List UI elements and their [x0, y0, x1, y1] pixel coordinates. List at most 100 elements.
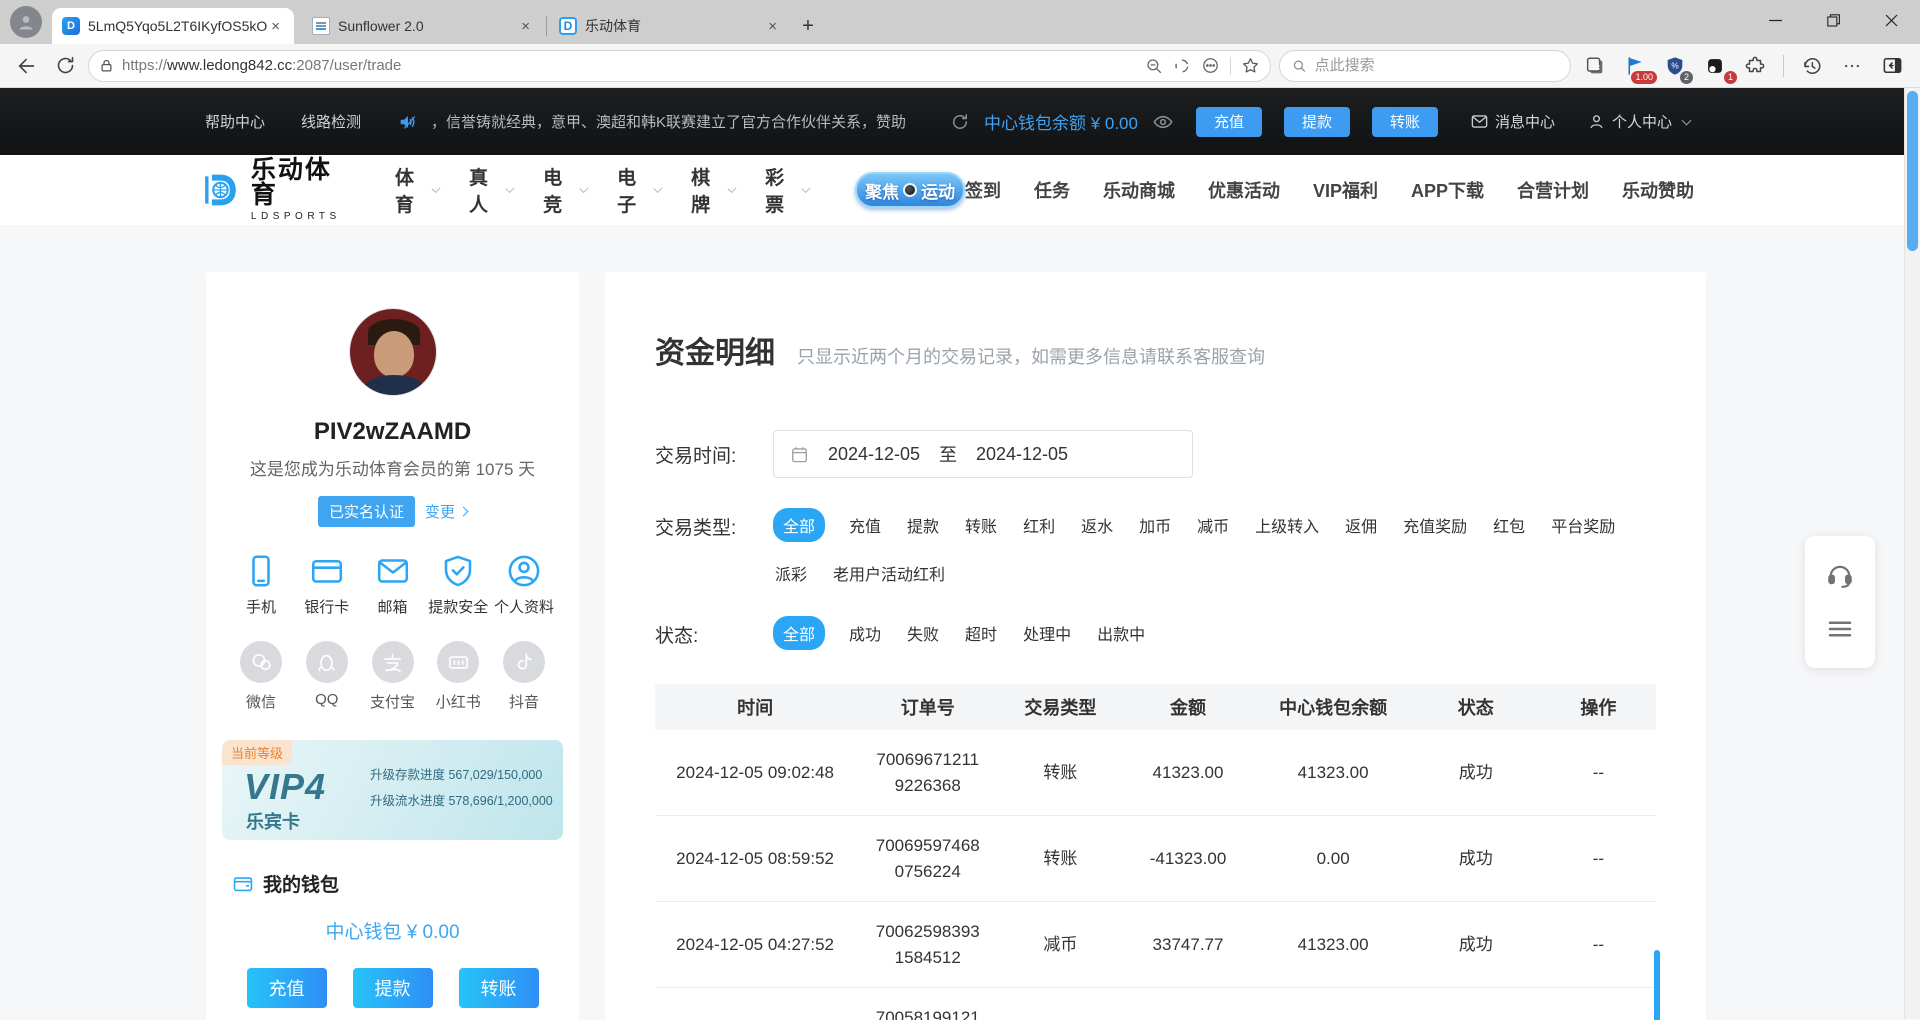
close-window-button[interactable]	[1862, 0, 1920, 40]
focus-sports-badge[interactable]: 聚焦运动	[855, 172, 965, 208]
sidebar-toggle-icon[interactable]	[1876, 50, 1908, 82]
security-item-手机[interactable]: 手机	[232, 553, 290, 617]
address-bar[interactable]: https://www.ledong842.cc:2087/user/trade	[88, 50, 1271, 82]
withdraw-button[interactable]: 提款	[353, 968, 433, 1008]
nav-menu-电子[interactable]: 电子	[617, 163, 661, 217]
type-pill-上级转入[interactable]: 上级转入	[1253, 508, 1321, 542]
security-item-提款安全[interactable]: 提款安全	[429, 553, 487, 617]
nav-link-VIP福利[interactable]: VIP福利	[1313, 177, 1378, 203]
page-scrollbar[interactable]	[1904, 88, 1920, 1019]
topbar-transfer-button[interactable]: 转账	[1372, 107, 1438, 137]
type-pill-返水[interactable]: 返水	[1079, 508, 1115, 542]
zoom-out-icon[interactable]	[1145, 57, 1163, 75]
date-range-picker[interactable]: 2024-12-05 至 2024-12-05	[773, 430, 1193, 478]
history-icon[interactable]	[1796, 50, 1828, 82]
site-logo[interactable]: 乐动体育LDSPORTS	[200, 158, 347, 222]
minimize-button[interactable]	[1746, 0, 1804, 40]
eye-icon[interactable]	[1152, 111, 1174, 133]
line-check-link[interactable]: 线路检测	[301, 111, 361, 132]
page-scrollbar-thumb[interactable]	[1907, 91, 1918, 251]
refresh-button[interactable]	[50, 51, 80, 81]
close-icon[interactable]: ×	[267, 18, 284, 35]
social-item-小红书[interactable]: 小红书	[429, 641, 487, 712]
nav-link-乐动商城[interactable]: 乐动商城	[1103, 177, 1175, 203]
date-from[interactable]: 2024-12-05	[809, 444, 939, 465]
status-pill-处理中[interactable]: 处理中	[1021, 616, 1073, 650]
verified-badge[interactable]: 已实名认证	[318, 496, 415, 527]
social-item-QQ[interactable]: QQ	[298, 641, 356, 712]
date-to[interactable]: 2024-12-05	[957, 444, 1087, 465]
nav-menu-棋牌[interactable]: 棋牌	[691, 163, 735, 217]
browser-profile-button[interactable]	[10, 6, 42, 38]
topbar-withdraw-button[interactable]: 提款	[1284, 107, 1350, 137]
close-icon[interactable]: ×	[517, 18, 534, 35]
extensions-puzzle-icon[interactable]	[1739, 50, 1771, 82]
customer-service-icon[interactable]	[1825, 560, 1855, 590]
security-item-个人资料[interactable]: 个人资料	[495, 553, 553, 617]
security-item-银行卡[interactable]: 银行卡	[298, 553, 356, 617]
shield-extension-icon[interactable]: %2	[1659, 50, 1691, 82]
nav-menu-彩票[interactable]: 彩票	[765, 163, 809, 217]
type-pill-老用户活动红利[interactable]: 老用户活动红利	[831, 556, 947, 590]
type-pill-充值[interactable]: 充值	[847, 508, 883, 542]
change-link[interactable]: 变更	[425, 501, 467, 522]
nav-menu-真人[interactable]: 真人	[469, 163, 513, 217]
message-center-link[interactable]: 消息中心	[1470, 111, 1555, 132]
nav-link-任务[interactable]: 任务	[1034, 177, 1070, 203]
restore-button[interactable]	[1804, 0, 1862, 40]
nav-menu-label: 电竞	[543, 163, 574, 217]
security-item-邮箱[interactable]: 邮箱	[364, 553, 422, 617]
refresh-balance-icon[interactable]	[950, 112, 970, 132]
status-pill-出款中[interactable]: 出款中	[1095, 616, 1147, 650]
status-pill-失败[interactable]: 失败	[905, 616, 941, 650]
type-pill-充值奖励[interactable]: 充值奖励	[1401, 508, 1469, 542]
nav-link-APP下载[interactable]: APP下载	[1411, 177, 1484, 203]
type-pill-提款[interactable]: 提款	[905, 508, 941, 542]
social-item-支付宝[interactable]: 支付宝	[364, 641, 422, 712]
back-button[interactable]	[12, 51, 42, 81]
type-pill-加币[interactable]: 加币	[1137, 508, 1173, 542]
collections-extension-icon[interactable]: 1	[1699, 50, 1731, 82]
profile-center-link[interactable]: 个人中心	[1587, 111, 1690, 132]
tab-1[interactable]: D 5LmQ5Yqo5L2T6IKyfOS5kOWKqC ×	[52, 8, 294, 44]
transfer-button[interactable]: 转账	[459, 968, 539, 1008]
table-scrollbar-thumb[interactable]	[1654, 950, 1660, 1020]
nav-link-签到[interactable]: 签到	[965, 177, 1001, 203]
more-options-icon[interactable]	[1836, 50, 1868, 82]
status-pill-全部[interactable]: 全部	[773, 616, 825, 650]
nav-menu-电竞[interactable]: 电竞	[543, 163, 587, 217]
flag-extension-icon[interactable]: 1.00	[1619, 50, 1651, 82]
help-center-link[interactable]: 帮助中心	[205, 111, 265, 132]
nav-link-乐动赞助[interactable]: 乐动赞助	[1622, 177, 1694, 203]
nav-menu-体育[interactable]: 体育	[395, 163, 439, 217]
status-pill-成功[interactable]: 成功	[847, 616, 883, 650]
type-pill-红包[interactable]: 红包	[1491, 508, 1527, 542]
tab-3[interactable]: D 乐动体育 ×	[549, 8, 791, 44]
new-tab-button[interactable]: +	[791, 8, 825, 44]
type-pill-返佣[interactable]: 返佣	[1343, 508, 1379, 542]
type-pill-平台奖励[interactable]: 平台奖励	[1549, 508, 1617, 542]
type-pill-转账[interactable]: 转账	[963, 508, 999, 542]
social-item-微信[interactable]: 微信	[232, 641, 290, 712]
nav-link-合营计划[interactable]: 合营计划	[1517, 177, 1589, 203]
type-pill-减币[interactable]: 减币	[1195, 508, 1231, 542]
type-pill-全部[interactable]: 全部	[773, 508, 825, 542]
tab-2[interactable]: Sunflower 2.0 ×	[302, 8, 544, 44]
social-item-label: 抖音	[509, 691, 539, 712]
page-actions-icon[interactable]	[1201, 56, 1220, 75]
avatar[interactable]	[349, 308, 437, 396]
favorite-star-icon[interactable]	[1241, 56, 1260, 75]
menu-icon[interactable]	[1825, 614, 1855, 644]
status-pill-超时[interactable]: 超时	[963, 616, 999, 650]
topbar-deposit-button[interactable]: 充值	[1196, 107, 1262, 137]
search-box[interactable]	[1279, 50, 1571, 82]
read-aloud-icon[interactable]	[1173, 57, 1191, 75]
type-pill-红利[interactable]: 红利	[1021, 508, 1057, 542]
close-icon[interactable]: ×	[764, 18, 781, 35]
nav-link-优惠活动[interactable]: 优惠活动	[1208, 177, 1280, 203]
deposit-button[interactable]: 充值	[247, 968, 327, 1008]
search-input[interactable]	[1315, 57, 1558, 74]
copy-pages-icon[interactable]	[1579, 50, 1611, 82]
type-pill-派彩[interactable]: 派彩	[773, 556, 809, 590]
social-item-抖音[interactable]: 抖音	[495, 641, 553, 712]
